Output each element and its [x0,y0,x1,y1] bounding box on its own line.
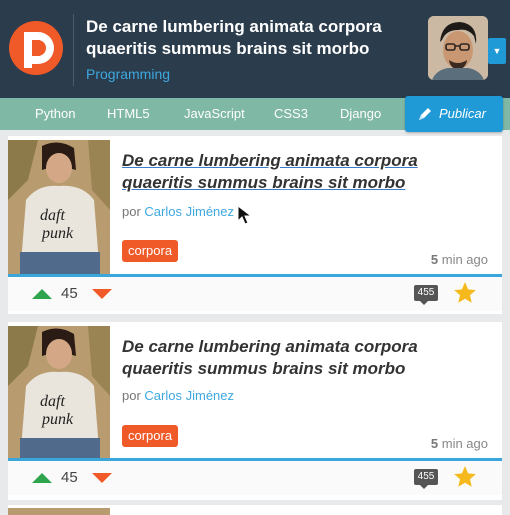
comment-count[interactable]: 455 [414,285,438,305]
post-byline: por Carlos Jiménez [122,388,234,403]
byline-prefix: por [122,204,141,219]
post-card: daft punk De carne lumbering animata cor… [8,322,502,500]
page-title: De carne lumbering animata corpora quaer… [86,17,382,58]
card-actions: 45 455 [8,277,502,311]
comment-count[interactable]: 455 [414,469,438,489]
post-tag[interactable]: corpora [122,240,179,262]
vote-count: 45 [61,469,78,486]
post-title[interactable]: De carne lumbering animata corpora quaer… [122,336,492,380]
time-number: 5 [430,436,439,451]
time-unit: min ago [441,436,488,451]
post-time: 5 min ago [431,436,488,451]
time-unit: min ago [441,252,488,267]
post-title[interactable]: De carne lumbering animata corpora quaer… [122,150,492,194]
star-icon[interactable] [452,280,478,306]
post-thumbnail[interactable] [8,508,110,515]
time-number: 5 [430,252,439,267]
post-thumbnail[interactable]: daft punk [8,140,110,276]
post-byline: por Carlos Jiménez [122,204,234,219]
arrow-down-icon[interactable] [92,473,112,483]
svg-text:punk: punk [41,225,74,242]
mouse-cursor-icon [237,205,253,225]
speech-bubble-icon: 455 [417,287,435,298]
arrow-up-icon[interactable] [32,289,52,299]
avatar-portrait-icon [428,16,488,80]
arrow-down-icon[interactable] [92,289,112,299]
post-card: daft punk De carne lumbering animata cor… [8,136,502,314]
publish-label: Publicar [439,106,486,121]
nav-item-html5[interactable]: HTML5 [107,98,150,130]
chevron-down-icon: ▼ [492,46,502,56]
header-divider [73,14,74,86]
user-avatar[interactable] [428,16,488,80]
pen-icon [419,108,431,120]
svg-text:punk: punk [41,411,74,428]
post-tag[interactable]: corpora [122,425,179,447]
category-link[interactable]: Programming [86,66,170,82]
publish-button[interactable]: Publicar [405,96,503,132]
app-header: De carne lumbering animata corpora quaer… [0,0,510,98]
post-time: 5 min ago [431,252,488,267]
nav-item-javascript[interactable]: JavaScript [184,98,245,130]
vote-count: 45 [61,285,78,302]
brand-logo-icon[interactable] [8,20,64,76]
speech-bubble-icon: 455 [417,471,435,482]
arrow-up-icon[interactable] [32,473,52,483]
svg-text:daft: daft [40,393,65,410]
byline-prefix: por [122,388,141,403]
author-link[interactable]: Carlos Jiménez [144,204,234,219]
user-menu-dropdown[interactable]: ▼ [488,38,506,64]
nav-item-django[interactable]: Django [340,98,381,130]
thumbnail-illustration-icon: daft punk [8,326,110,462]
nav-item-css3[interactable]: CSS3 [274,98,308,130]
nav-item-python[interactable]: Python [35,98,75,130]
post-card-partial [8,505,502,515]
star-icon[interactable] [452,464,478,490]
card-actions: 45 455 [8,461,502,495]
author-link[interactable]: Carlos Jiménez [144,388,234,403]
thumbnail-illustration-icon: daft punk [8,140,110,276]
post-thumbnail[interactable]: daft punk [8,326,110,462]
svg-text:daft: daft [40,207,65,224]
